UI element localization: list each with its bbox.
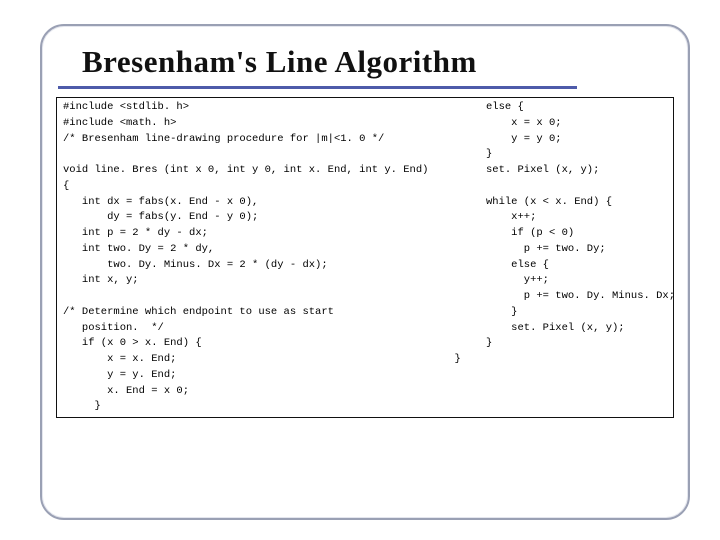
code-right: else { x = x 0; y = y 0; } set. Pixel (x… (454, 100, 675, 368)
slide-title: Bresenham's Line Algorithm (82, 44, 674, 80)
slide-card: Bresenham's Line Algorithm #include <std… (40, 24, 690, 520)
code-column-right: else { x = x 0; y = y 0; } set. Pixel (x… (434, 98, 681, 417)
title-underline (58, 86, 577, 89)
slide: Bresenham's Line Algorithm #include <std… (0, 0, 720, 540)
code-box: #include <stdlib. h> #include <math. h> … (56, 97, 674, 418)
code-column-left: #include <stdlib. h> #include <math. h> … (57, 98, 434, 417)
code-left: #include <stdlib. h> #include <math. h> … (63, 100, 428, 415)
